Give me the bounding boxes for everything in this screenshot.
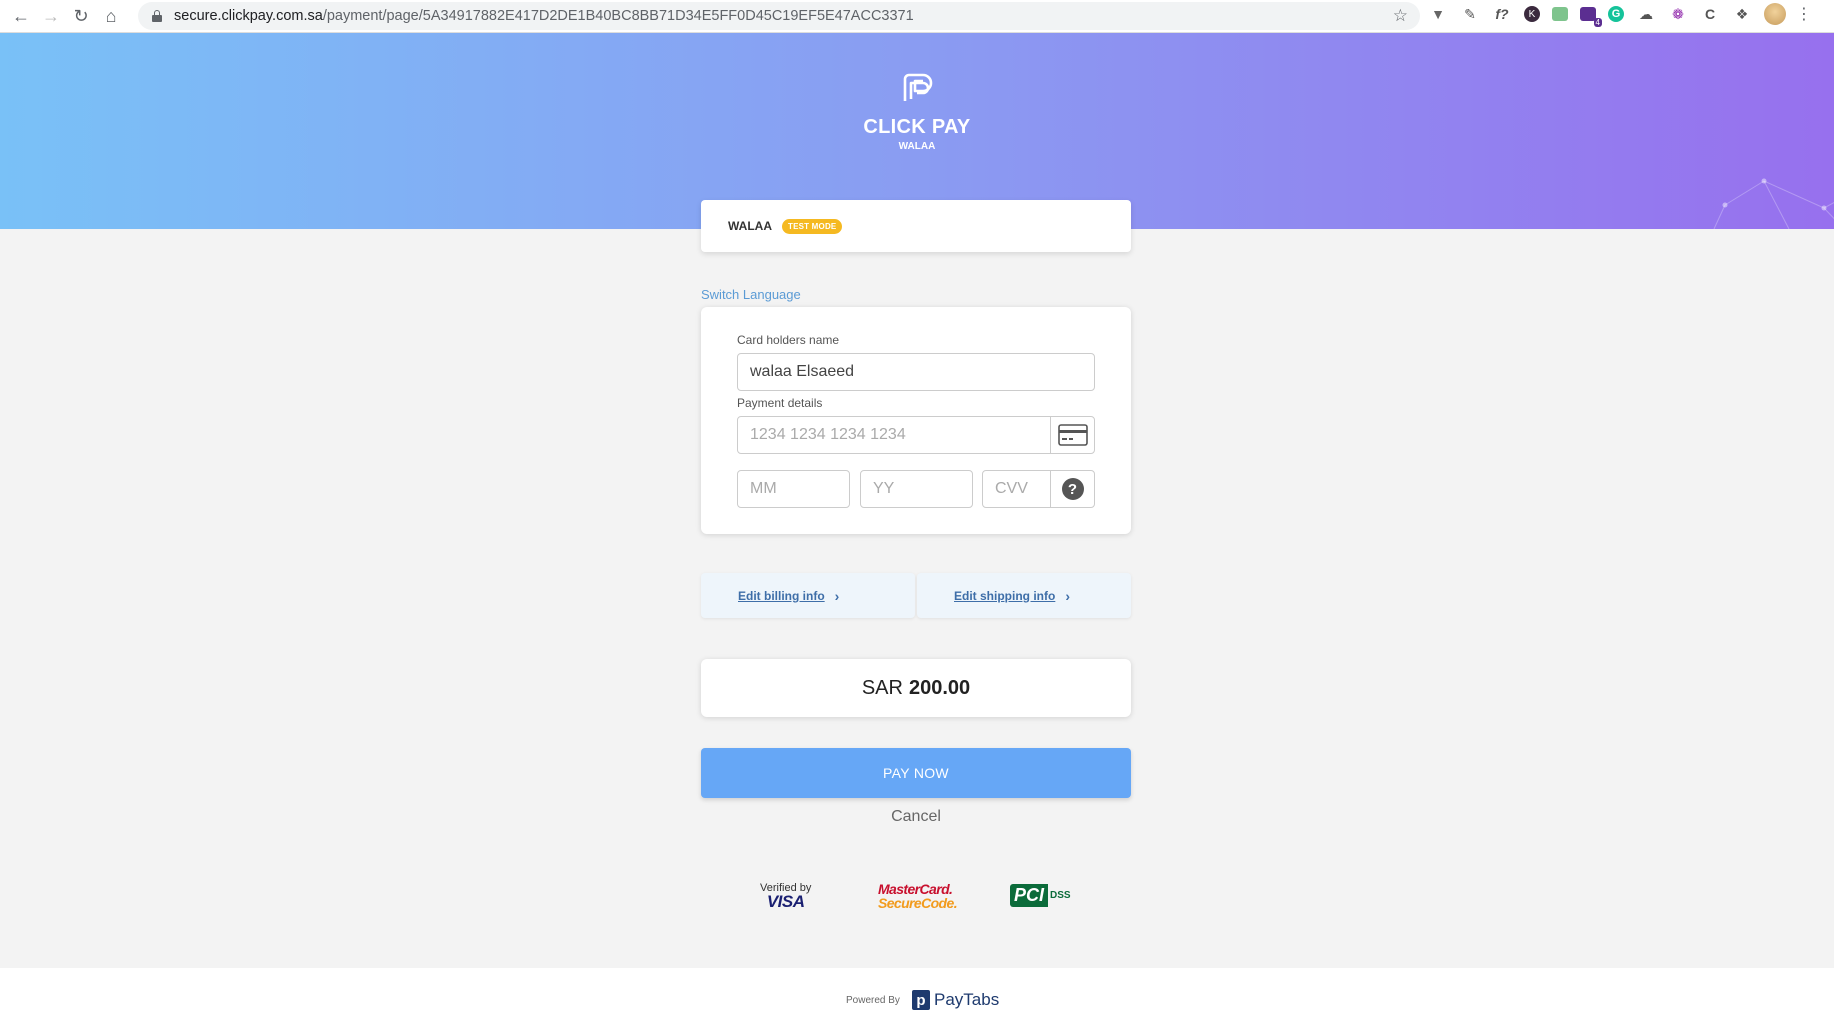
puzzle-icon[interactable]: ❖ — [1732, 4, 1752, 24]
amount-card: SAR 200.00 — [701, 659, 1131, 717]
pci-text: PCI — [1010, 884, 1049, 907]
flower-extension-icon[interactable]: ❁ — [1668, 4, 1688, 24]
lock-icon — [152, 10, 162, 22]
clickpay-logo-icon — [903, 73, 933, 101]
browser-toolbar: ← → ↻ ⌂ secure.clickpay.com.sa/payment/p… — [0, 0, 1834, 33]
cancel-link[interactable]: Cancel — [701, 808, 1131, 826]
home-icon[interactable]: ⌂ — [96, 1, 126, 31]
address-bar[interactable]: secure.clickpay.com.sa/payment/page/5A34… — [138, 2, 1420, 30]
switch-language-link[interactable]: Switch Language — [701, 287, 801, 302]
amount-value: 200.00 — [908, 676, 971, 699]
mastercard-line2: SecureCode. — [878, 895, 958, 911]
c-extension-icon[interactable]: C — [1700, 4, 1720, 24]
merchant-name: WALAA — [728, 219, 772, 233]
brand: CLICK PAY WALAA — [0, 69, 1834, 152]
dss-text: DSS — [1050, 889, 1071, 901]
card-type-box — [1050, 416, 1095, 454]
card-holder-input[interactable]: walaa Elsaeed — [737, 353, 1095, 391]
mastercard-line1: MasterCard. — [878, 881, 953, 897]
brand-subtitle: WALAA — [898, 141, 936, 152]
edit-shipping-link[interactable]: Edit shipping info — [954, 589, 1055, 603]
amount-currency: SAR — [861, 676, 903, 699]
footer: Powered By p PayTabs — [0, 968, 1834, 1015]
circle-k-extension-icon[interactable]: K — [1524, 6, 1540, 22]
edit-billing-link[interactable]: Edit billing info — [738, 589, 825, 603]
font-extension-icon[interactable]: f? — [1492, 4, 1512, 24]
question-mark-icon[interactable]: ? — [1061, 478, 1084, 500]
card-number-input[interactable]: 1234 1234 1234 1234 — [737, 416, 1051, 454]
bookmark-star-icon[interactable]: ☆ — [1393, 6, 1408, 26]
image-extension-icon[interactable] — [1552, 7, 1568, 21]
mastercard-securecode-logo: MasterCard. SecureCode. — [878, 881, 958, 911]
powered-by-label: Powered By — [846, 995, 900, 1006]
reload-icon[interactable]: ↻ — [66, 1, 96, 31]
vue-extension-icon[interactable]: ▼ — [1428, 4, 1448, 24]
expiry-month-input[interactable]: MM — [737, 470, 850, 508]
merchant-card: WALAA TEST MODE — [701, 200, 1131, 252]
verified-by-visa-logo: Verified by VISA — [760, 882, 811, 911]
edit-shipping-tab[interactable]: Edit shipping info › — [917, 573, 1131, 618]
back-arrow-icon[interactable]: ← — [6, 1, 36, 31]
expiry-year-input[interactable]: YY — [860, 470, 973, 508]
pci-dss-logo: PCI DSS — [1010, 884, 1071, 907]
paytabs-logo: p PayTabs — [912, 990, 999, 1010]
credit-card-icon — [1057, 424, 1088, 446]
test-mode-badge: TEST MODE — [782, 218, 843, 234]
chevron-right-icon: › — [1065, 587, 1070, 604]
cvv-input[interactable]: CVV — [982, 470, 1051, 508]
card-holder-label: Card holders name — [737, 333, 840, 347]
extension-icons: ▼ ✎ f? K 4 G ☁ ❁ C ❖ ⋮ — [1428, 3, 1812, 27]
edit-billing-tab[interactable]: Edit billing info › — [701, 573, 915, 618]
forward-arrow-icon[interactable]: → — [36, 1, 66, 31]
payment-form-card: Card holders name walaa Elsaeed Payment … — [701, 307, 1131, 534]
stack-extension-icon[interactable]: 4 — [1580, 7, 1602, 27]
brand-name: CLICK PAY — [863, 116, 971, 138]
profile-avatar[interactable] — [1764, 3, 1786, 25]
payment-details-label: Payment details — [737, 396, 823, 410]
pen-extension-icon[interactable]: ✎ — [1460, 4, 1480, 24]
paytabs-p-icon: p — [912, 990, 930, 1010]
paytabs-name: PayTabs — [934, 990, 1000, 1009]
pay-now-button[interactable]: PAY NOW — [701, 748, 1131, 798]
extension-badge: 4 — [1593, 18, 1602, 27]
cvv-help-box[interactable]: ? — [1050, 470, 1095, 508]
cloud-extension-icon[interactable]: ☁ — [1636, 4, 1656, 24]
menu-kebab-icon[interactable]: ⋮ — [1796, 4, 1812, 24]
url-text[interactable]: secure.clickpay.com.sa/payment/page/5A34… — [174, 8, 914, 24]
grammarly-icon[interactable]: G — [1608, 6, 1624, 22]
url-host: secure.clickpay.com.sa — [174, 8, 323, 24]
url-path: /payment/page/5A34917882E417D2DE1B40BC8B… — [322, 8, 914, 24]
visa-line2: VISA — [766, 892, 805, 911]
chevron-right-icon: › — [834, 587, 840, 604]
